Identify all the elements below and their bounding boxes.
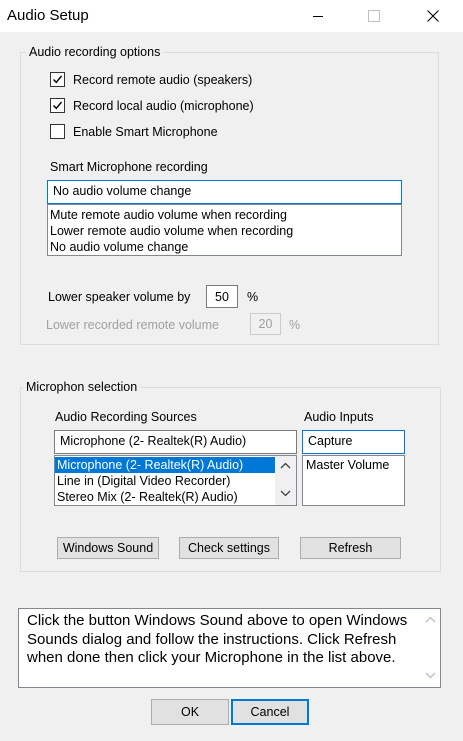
check-settings-button[interactable]: Check settings — [179, 537, 279, 559]
sources-option[interactable]: Line in (Digital Video Recorder) — [55, 473, 296, 489]
sources-option[interactable]: Stereo Mix (2- Realtek(R) Audio) — [55, 489, 296, 505]
checkbox-box — [50, 124, 65, 139]
instructions-box: Click the button Windows Sound above to … — [18, 608, 441, 688]
lower-speaker-label: Lower speaker volume by — [48, 290, 191, 304]
record-remote-checkbox[interactable]: Record remote audio (speakers) — [50, 72, 252, 87]
chevron-up-icon — [280, 462, 291, 469]
lower-remote-label: Lower recorded remote volume — [46, 318, 219, 332]
lower-remote-unit: % — [289, 318, 301, 332]
ok-label: OK — [180, 705, 200, 719]
record-remote-label: Record remote audio (speakers) — [73, 72, 253, 87]
close-button[interactable] — [410, 0, 456, 32]
enable-smart-mic-checkbox[interactable]: Enable Smart Microphone — [50, 124, 218, 139]
record-local-label: Record local audio (microphone) — [73, 98, 254, 113]
window-title: Audio Setup — [7, 7, 89, 24]
sources-option[interactable]: Microphone (2- Realtek(R) Audio) — [55, 457, 275, 473]
lower-remote-input: 20 — [250, 313, 281, 335]
inputs-combo[interactable]: Capture — [302, 430, 405, 454]
smart-mic-combo[interactable]: No audio volume change — [47, 180, 402, 204]
sources-combo[interactable]: Microphone (2- Realtek(R) Audio) — [54, 430, 297, 454]
smart-mic-dropdown-list: Mute remote audio volume when recording … — [47, 204, 402, 256]
smart-mic-label: Smart Microphone recording — [50, 160, 208, 174]
windows-sound-label: Windows Sound — [62, 541, 154, 555]
sources-label: Audio Recording Sources — [55, 410, 197, 424]
enable-smart-mic-label: Enable Smart Microphone — [73, 124, 218, 139]
smart-mic-option[interactable]: No audio volume change — [48, 239, 401, 255]
inputs-option[interactable]: Master Volume — [303, 457, 404, 473]
lower-speaker-value: 50 — [215, 289, 229, 304]
chevron-up-icon — [425, 616, 436, 623]
recording-options-label: Audio recording options — [26, 45, 164, 59]
ok-button[interactable]: OK — [151, 699, 229, 725]
record-local-checkbox[interactable]: Record local audio (microphone) — [50, 98, 254, 113]
sources-value: Microphone (2- Realtek(R) Audio) — [60, 434, 247, 448]
maximize-icon — [368, 10, 380, 22]
instructions-text: Click the button Windows Sound above to … — [27, 612, 408, 666]
windows-sound-button[interactable]: Windows Sound — [57, 537, 159, 559]
inputs-value: Capture — [308, 434, 353, 448]
smart-mic-option[interactable]: Mute remote audio volume when recording — [48, 207, 401, 223]
chevron-down-icon — [280, 490, 291, 497]
sources-list: Microphone (2- Realtek(R) Audio) Line in… — [54, 455, 297, 506]
cancel-button[interactable]: Cancel — [231, 699, 309, 725]
lower-speaker-input[interactable]: 50 — [206, 285, 238, 308]
lower-speaker-unit: % — [247, 290, 259, 304]
instructions-scrollbar[interactable] — [421, 609, 440, 687]
refresh-label: Refresh — [328, 541, 373, 555]
sources-scrollbar[interactable] — [275, 456, 296, 505]
inputs-label: Audio Inputs — [304, 410, 374, 424]
check-settings-label: Check settings — [188, 541, 270, 555]
close-icon — [427, 10, 439, 22]
cancel-label: Cancel — [250, 705, 290, 719]
smart-mic-option[interactable]: Lower remote audio volume when recording — [48, 223, 401, 239]
smart-mic-value: No audio volume change — [53, 184, 192, 198]
minimize-button[interactable] — [295, 0, 341, 32]
refresh-button[interactable]: Refresh — [300, 537, 401, 559]
maximize-button — [351, 0, 397, 32]
lower-remote-value: 20 — [258, 317, 273, 331]
inputs-list: Master Volume — [302, 455, 405, 506]
minimize-icon — [313, 15, 323, 17]
microphone-selection-label: Microphon selection — [23, 380, 141, 394]
check-icon — [50, 72, 65, 87]
check-icon — [50, 98, 65, 113]
chevron-down-icon — [425, 672, 436, 679]
